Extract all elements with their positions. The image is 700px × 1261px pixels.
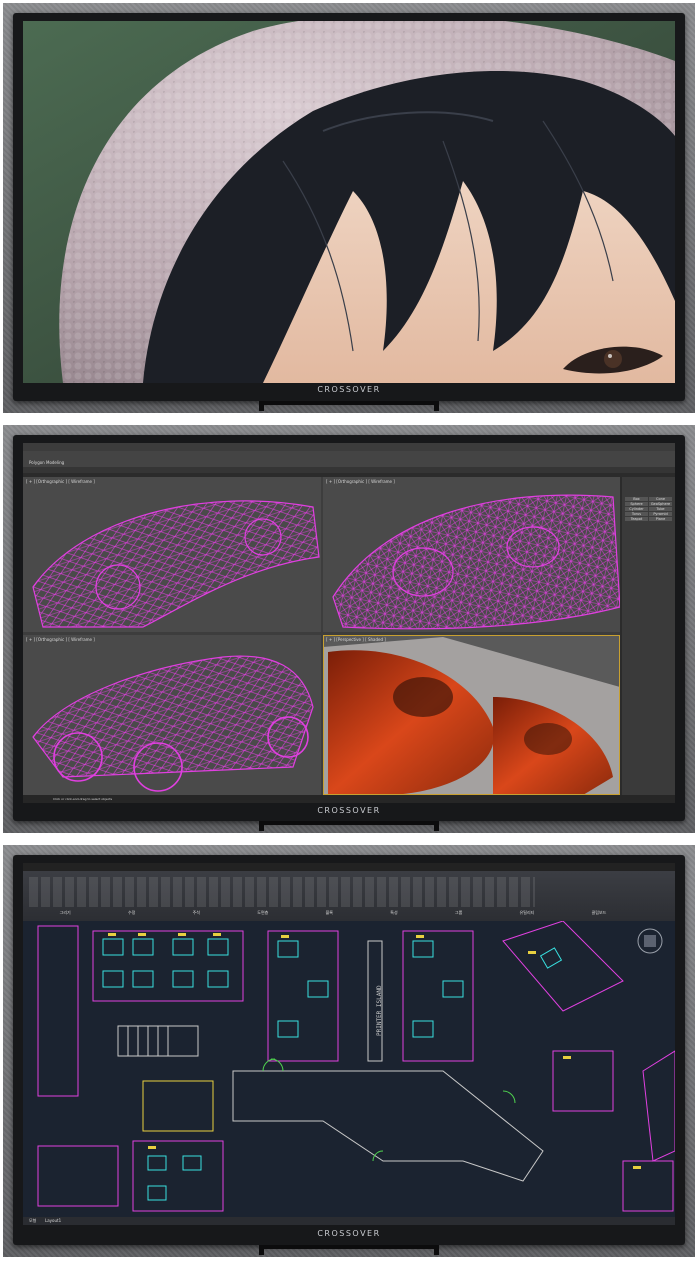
create-torus-button[interactable]: Torus xyxy=(625,512,648,516)
ribbon-group-clipboard[interactable]: 클립보드 xyxy=(592,910,607,919)
monitor-2-brand: CROSSOVER xyxy=(317,806,381,815)
cad-drawing-area[interactable]: PRINTER ISLAND xyxy=(23,921,675,1217)
timeline-bar[interactable]: Click or click-and-drag to select object… xyxy=(23,795,675,803)
monitor-1-stand xyxy=(259,401,439,411)
ribbon-group-modify[interactable]: 수정 xyxy=(128,910,135,919)
monitor-3-stand xyxy=(259,1245,439,1255)
app-subtoolbar xyxy=(23,467,675,473)
viewport-label-1[interactable]: [ + ] [Orthographic ] [ Wireframe ] xyxy=(26,479,95,484)
viewport-label-4[interactable]: [ + ] [Perspective ] [ Shaded ] xyxy=(326,637,386,642)
ribbon-group-utilities[interactable]: 유틸리티 xyxy=(520,910,535,919)
ribbon-group-layers[interactable]: 도면층 xyxy=(257,910,268,919)
create-cone-button[interactable]: Cone xyxy=(649,497,672,501)
create-teapot-button[interactable]: Teapot xyxy=(625,517,648,521)
cad-layout-tabs: 모형 Layout1 xyxy=(23,1217,675,1225)
monitor-3: 그리기 수정 주석 도면층 블록 특성 그룹 유틸리티 클립보드 PRINTER… xyxy=(13,855,685,1245)
monitor-1: CROSSOVER xyxy=(13,13,685,401)
cad-ribbon: 그리기 수정 주석 도면층 블록 특성 그룹 유틸리티 클립보드 xyxy=(23,863,675,921)
viewport-bottom-right[interactable] xyxy=(323,635,620,795)
ribbon-group-groups[interactable]: 그룹 xyxy=(455,910,462,919)
modeling-panel: Polygon Modeling [+] [Orthographic] [… xyxy=(3,425,695,833)
app-title-bar xyxy=(23,443,675,451)
create-cylinder-button[interactable]: Cylinder xyxy=(625,507,648,511)
app-ribbon: Polygon Modeling xyxy=(23,451,675,467)
tab-model[interactable]: 모형 xyxy=(29,1218,36,1224)
printer-island-label: PRINTER ISLAND xyxy=(376,985,383,1036)
ribbon-tab-label[interactable]: Polygon Modeling xyxy=(29,460,64,465)
viewport-label-3[interactable]: [ + ] [Orthographic ] [ Wireframe ] xyxy=(26,637,95,642)
create-geosphere-button[interactable]: GeoSphere xyxy=(649,502,672,506)
monitor-2-stand xyxy=(259,821,439,831)
monitor-1-brand: CROSSOVER xyxy=(317,385,381,394)
create-pyramid-button[interactable]: Pyramid xyxy=(649,512,672,516)
ribbon-group-block[interactable]: 블록 xyxy=(326,910,333,919)
create-sphere-button[interactable]: Sphere xyxy=(625,502,648,506)
photo-panel: CROSSOVER xyxy=(3,3,695,413)
status-prompt: Click or click-and-drag to select object… xyxy=(53,797,113,801)
monitor-2-screen: Polygon Modeling [+] [Orthographic] [… xyxy=(23,443,675,803)
tab-layout1[interactable]: Layout1 xyxy=(45,1218,61,1223)
viewport-top-right[interactable] xyxy=(323,477,620,632)
ribbon-group-properties[interactable]: 특성 xyxy=(390,910,397,919)
command-panel: Box Cone Sphere GeoSphere Cylinder Tube … xyxy=(622,477,675,795)
monitor-1-screen xyxy=(23,21,675,383)
create-tube-button[interactable]: Tube xyxy=(649,507,672,511)
viewport-label-2[interactable]: [ + ] [Orthographic ] [ Wireframe ] xyxy=(326,479,395,484)
monitor-3-brand: CROSSOVER xyxy=(317,1229,381,1238)
viewport-bottom-left[interactable] xyxy=(23,635,321,795)
ribbon-group-annotation[interactable]: 주석 xyxy=(193,910,200,919)
ribbon-group-draw[interactable]: 그리기 xyxy=(60,910,71,919)
cad-panel: 그리기 수정 주석 도면층 블록 특성 그룹 유틸리티 클립보드 PRINTER… xyxy=(3,845,695,1257)
monitor-3-screen: 그리기 수정 주석 도면층 블록 특성 그룹 유틸리티 클립보드 PRINTER… xyxy=(23,863,675,1225)
viewport-top-left[interactable] xyxy=(23,477,321,632)
create-box-button[interactable]: Box xyxy=(625,497,648,501)
viewport-grid xyxy=(23,477,620,795)
monitor-2: Polygon Modeling [+] [Orthographic] [… xyxy=(13,435,685,821)
closeup-face-knit-hat-photo xyxy=(23,21,675,383)
create-plane-button[interactable]: Plane xyxy=(649,517,672,521)
